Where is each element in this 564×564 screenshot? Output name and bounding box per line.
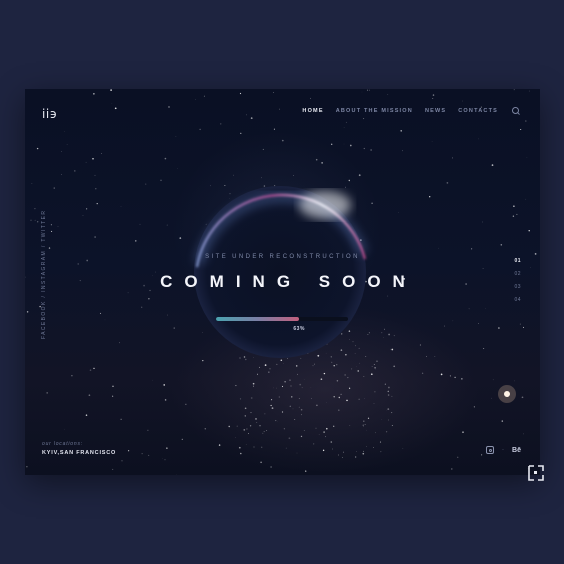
designer-logo-icon [528, 465, 544, 481]
brand-logo[interactable]: ii϶ [42, 107, 58, 121]
instagram-icon[interactable] [486, 446, 495, 454]
social-separator: / [41, 241, 47, 250]
hero-headline: COMING SOON [160, 272, 417, 291]
progress-bar [216, 317, 348, 321]
locations-value: KYIV,SAN FRANCISCO [42, 450, 117, 456]
progress-label: 63% [293, 326, 305, 332]
progress-bar-fill [216, 317, 300, 321]
social-separator: / [41, 291, 47, 301]
nav-news[interactable]: NEWS [425, 108, 446, 114]
nav-contacts[interactable]: CONTACTS [458, 108, 498, 114]
separator-dot: · [502, 447, 505, 453]
twitter-link[interactable]: TWITTER [41, 210, 47, 242]
nav-home[interactable]: HOME [302, 108, 323, 114]
search-icon-handle [517, 112, 520, 115]
search-icon[interactable] [512, 107, 520, 115]
main-nav: HOME ABOUT THE MISSION NEWS CONTACTS [290, 107, 520, 115]
pager-item[interactable]: 04 [514, 297, 521, 303]
landing-page-frame: ii϶ HOME ABOUT THE MISSION NEWS CONTACTS… [25, 89, 540, 475]
nav-about-the-mission[interactable]: ABOUT THE MISSION [336, 108, 413, 114]
behance-icon[interactable]: Bē [512, 447, 521, 454]
locations-label: our locations: [42, 441, 83, 447]
pager-item[interactable]: 02 [514, 271, 521, 277]
hero-subtitle: SITE UNDER RECONSTRUCTION [205, 254, 360, 260]
footer-socials: · Bē [486, 446, 521, 454]
slide-pager: 01 02 03 04 [514, 258, 521, 310]
facebook-link[interactable]: FACEBOOK [41, 300, 47, 339]
pager-item[interactable]: 03 [514, 284, 521, 290]
pager-item[interactable]: 01 [514, 258, 521, 264]
